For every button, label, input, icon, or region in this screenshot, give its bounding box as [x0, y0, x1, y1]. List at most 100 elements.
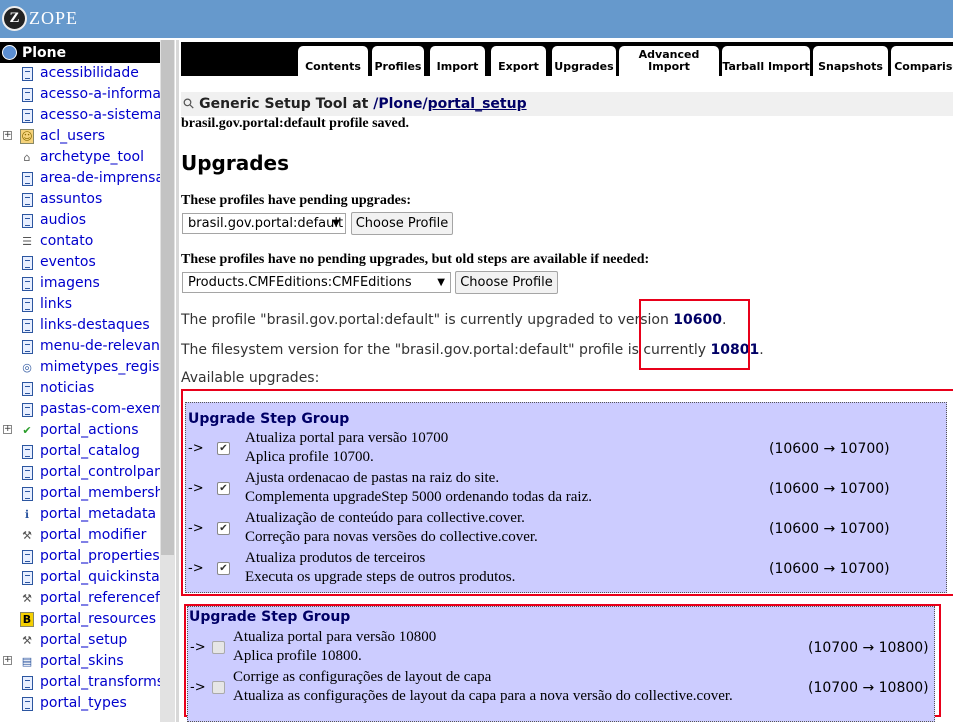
tree-item[interactable]: portal_catalog [0, 441, 160, 462]
step-checkbox[interactable] [212, 681, 225, 694]
tree-item[interactable]: assuntos [0, 189, 160, 210]
tree-item-label: portal_properties [40, 548, 160, 564]
step-description: Atualiza as configurações de layout da c… [233, 688, 733, 704]
tree-item[interactable]: acesso-a-sistema [0, 105, 160, 126]
step-description: Executa os upgrade steps de outros produ… [245, 569, 516, 585]
step-checkbox[interactable]: ✔ [217, 562, 230, 575]
tree-item[interactable]: ⚒ portal_modifier [0, 525, 160, 546]
tree-item[interactable]: portal_properties [0, 546, 160, 567]
upgrade-step-group-1: Upgrade Step Group -> ✔ Atualiza portal pa… [185, 402, 947, 593]
tab-tarball-import[interactable]: Tarball Import [722, 46, 810, 76]
no-pending-profile-select[interactable]: Products.CMFEditions:CMFEditions ▼ [182, 272, 451, 293]
step-title: Atualiza portal para versão 10800 [233, 629, 437, 645]
tab-export[interactable]: Export [491, 46, 546, 76]
user-folder-icon: ☺ [20, 129, 34, 144]
tree-scrollbar[interactable] [160, 40, 175, 722]
step-checkbox[interactable] [212, 641, 225, 654]
step-title: Atualiza portal para versão 10700 [245, 430, 449, 446]
tree-scrollbar-thumb[interactable] [161, 40, 174, 555]
step-description: Correção para novas versões do collectiv… [245, 529, 538, 545]
dropdown-arrow-icon: ▼ [332, 218, 340, 229]
tree-item-label: assuntos [40, 191, 103, 207]
tree-item[interactable]: Bportal_resources [0, 609, 160, 630]
breadcrumb: ⚲ Generic Setup Tool at /Plone/portal_se… [179, 92, 953, 116]
document-icon [20, 192, 34, 207]
expand-icon[interactable]: + [3, 656, 12, 665]
check-icon: ✔ [22, 424, 32, 437]
upgrade-step-row: -> ✔ Atualiza portal para versão 10700 Apli… [186, 430, 946, 470]
tree-item[interactable]: area-de-imprensa [0, 168, 160, 189]
tree-item[interactable]: portal_quickinstal [0, 567, 160, 588]
wrench-icon: ⚲ [179, 94, 199, 114]
available-upgrades-label: Available upgrades: [181, 370, 320, 386]
tree-item[interactable]: acesso-a-informa [0, 84, 160, 105]
tree-item[interactable]: ⌂ archetype_tool [0, 147, 160, 168]
zope-logo-text: ZOPE [29, 7, 78, 28]
tree-item[interactable]: ⚒ portal_referencefa [0, 588, 160, 609]
skins-icon: ▤ [21, 655, 33, 668]
tab-upgrades[interactable]: Upgrades [552, 46, 616, 76]
tree-item-label: audios [40, 212, 87, 228]
tree-item[interactable]: noticias [0, 378, 160, 399]
tree-item[interactable]: ◎ mimetypes_regist [0, 357, 160, 378]
tree-item[interactable]: eventos [0, 252, 160, 273]
upgrade-step-row: -> ✔ Atualiza produtos de terceiros Executa… [186, 550, 946, 590]
tab-advanced-import[interactable]: Advanced Import [619, 46, 719, 76]
pending-profile-select[interactable]: brasil.gov.portal:default ▼ [182, 213, 346, 234]
tab-snapshots[interactable]: Snapshots [813, 46, 888, 76]
tree-item[interactable]: menu-de-relevanc [0, 336, 160, 357]
step-version-range: (10700 → 10800) [808, 640, 929, 656]
tree-item[interactable]: ℹ portal_metadata [0, 504, 160, 525]
tree-item[interactable]: acessibilidade [0, 63, 160, 84]
form-icon: ☰ [22, 235, 32, 248]
breadcrumb-title: Generic Setup Tool at [199, 96, 369, 112]
document-icon [20, 318, 34, 333]
document-icon [20, 213, 34, 228]
tree-item[interactable]: + ✔ portal_actions [0, 420, 160, 441]
tree-item-label: imagens [40, 275, 100, 291]
plone-site-icon [2, 45, 17, 60]
tree-item[interactable]: + ▤ portal_skins [0, 651, 160, 672]
expand-icon[interactable]: + [3, 131, 12, 140]
step-title: Atualiza produtos de terceiros [245, 550, 426, 566]
page-title: Upgrades [181, 151, 290, 175]
tree-item[interactable]: portal_controlpan [0, 462, 160, 483]
breadcrumb-portal-setup-link[interactable]: portal_setup [428, 96, 527, 112]
zope-logo[interactable]: Z ZOPE [2, 3, 78, 33]
tree-item[interactable]: portal_transforms [0, 672, 160, 693]
tab-comparison[interactable]: Comparison [891, 46, 953, 76]
tree-item[interactable]: portal_membersh [0, 483, 160, 504]
upgrade-step-row: -> ✔ Atualização de conteúdo para collecti… [186, 510, 946, 550]
frame-divider[interactable] [176, 40, 179, 722]
choose-no-pending-profile-button[interactable]: Choose Profile [455, 271, 558, 294]
tab-profiles[interactable]: Profiles [372, 46, 424, 76]
tab-contents[interactable]: Contents [298, 46, 368, 76]
tree-root-plone[interactable]: Plone [0, 42, 160, 63]
tree-item[interactable]: links-destaques [0, 315, 160, 336]
document-icon [20, 87, 34, 102]
tree-item[interactable]: ☰ contato [0, 231, 160, 252]
tab-import[interactable]: Import [430, 46, 485, 76]
tree-item-label: area-de-imprensa [40, 170, 160, 186]
tree-item[interactable]: portal_types [0, 693, 160, 714]
breadcrumb-root-link[interactable]: /Plone/ [373, 96, 427, 112]
step-version-range: (10600 → 10700) [769, 481, 890, 497]
document-icon [20, 486, 34, 501]
step-checkbox[interactable]: ✔ [217, 482, 230, 495]
choose-pending-profile-button[interactable]: Choose Profile [351, 212, 453, 235]
tree-item[interactable]: + ☺ acl_users [0, 126, 160, 147]
tree-item[interactable]: ⚒ portal_setup [0, 630, 160, 651]
tree-item-label: links [40, 296, 73, 312]
tree-item[interactable]: audios [0, 210, 160, 231]
tree-item[interactable]: imagens [0, 273, 160, 294]
expand-icon[interactable]: + [3, 425, 12, 434]
step-checkbox[interactable]: ✔ [217, 522, 230, 535]
tree-item[interactable]: links [0, 294, 160, 315]
tree-item[interactable]: pastas-com-exem [0, 399, 160, 420]
saved-message: brasil.gov.portal:default profile saved. [181, 116, 410, 131]
document-icon [20, 276, 34, 291]
wrench-icon: ⚒ [22, 529, 32, 542]
tree-item-label: mimetypes_regist [40, 359, 160, 375]
step-checkbox[interactable]: ✔ [217, 442, 230, 455]
tree-item-label: portal_types [40, 695, 127, 711]
